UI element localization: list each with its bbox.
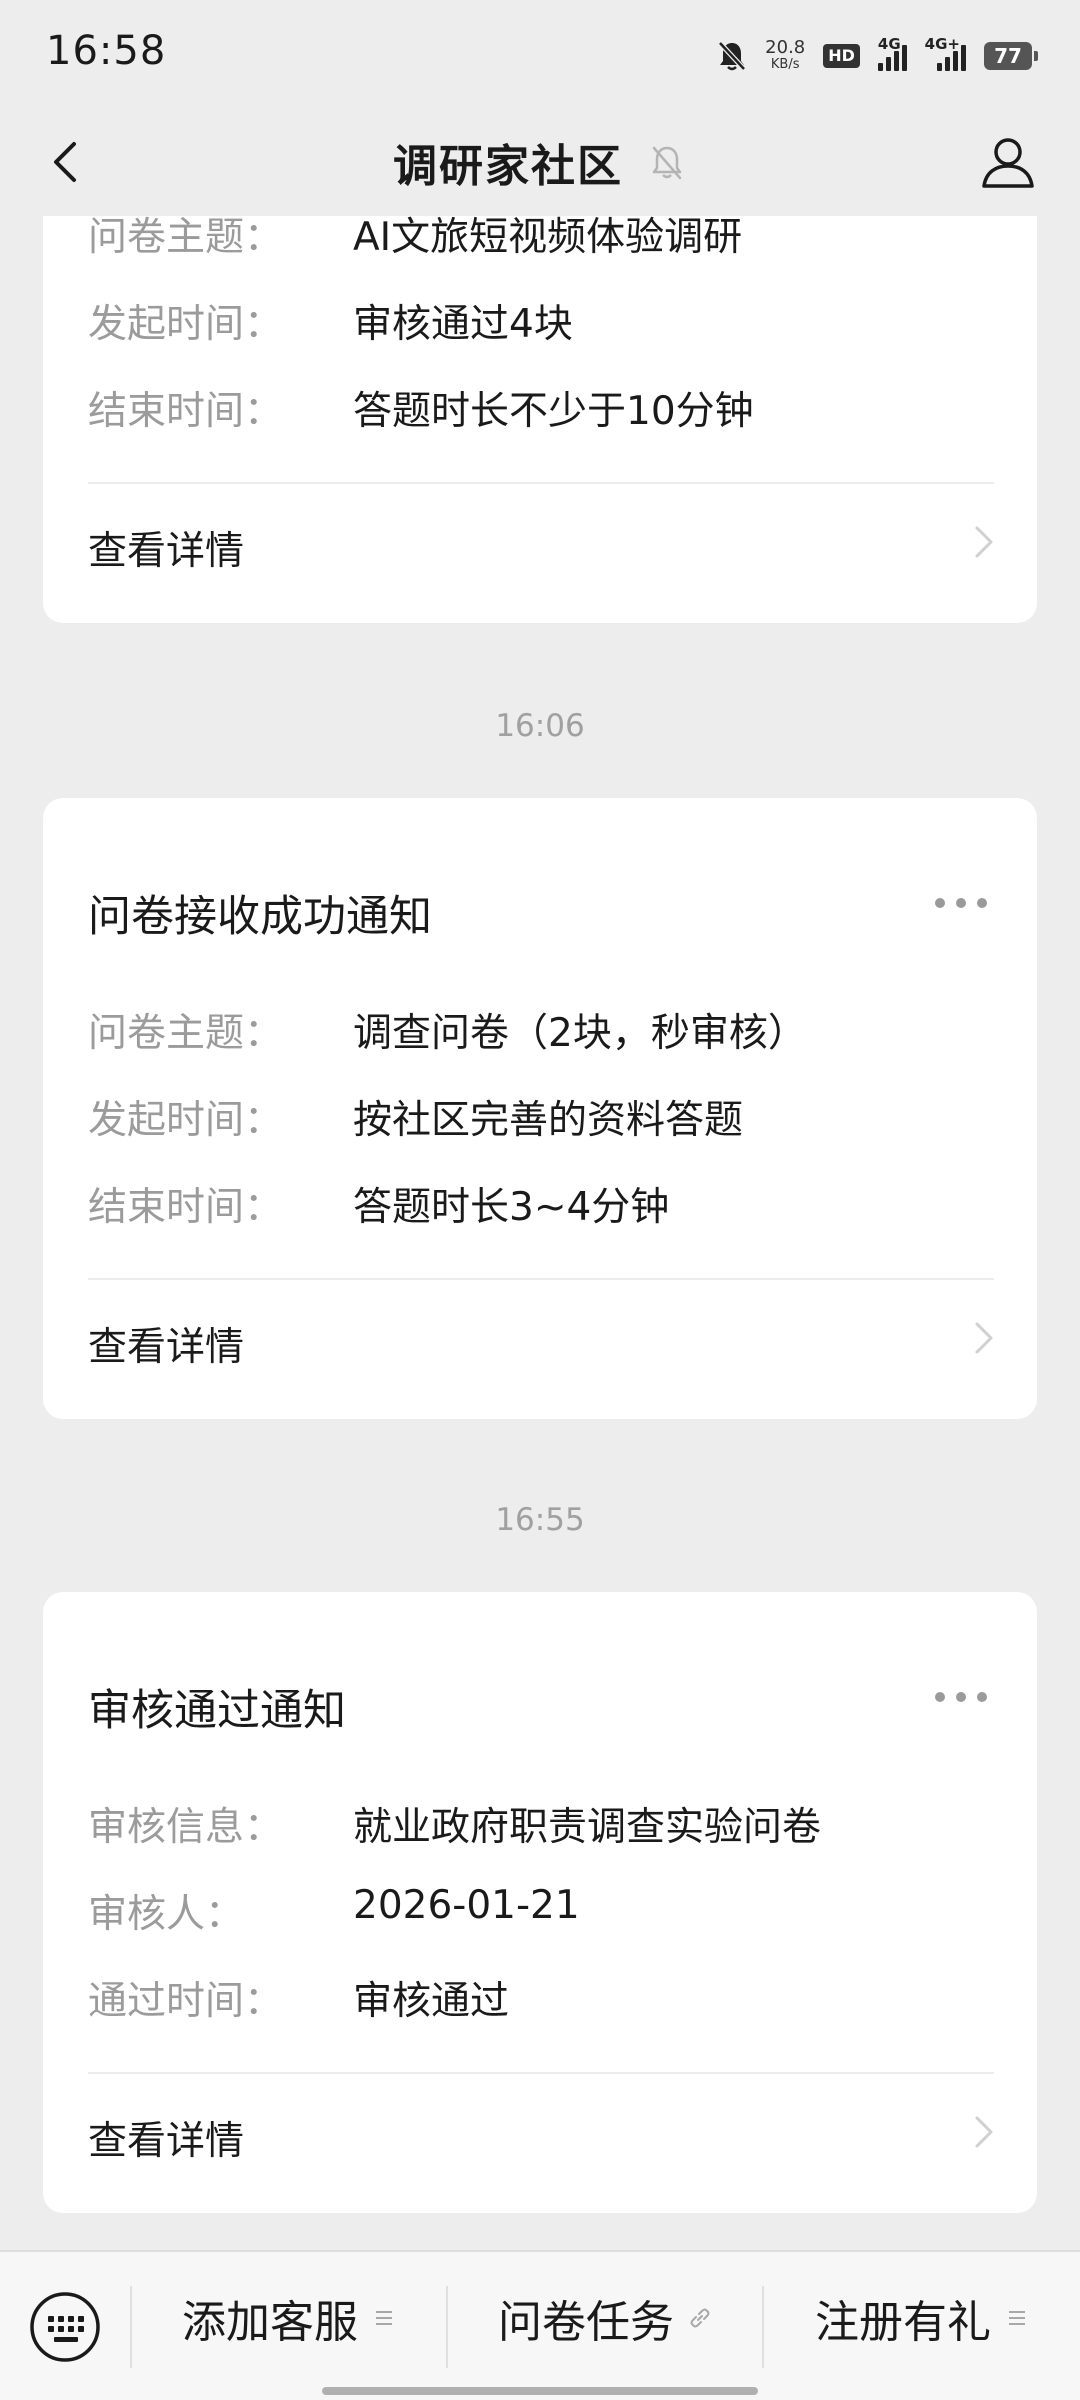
keyboard-icon[interactable] — [28, 2290, 102, 2364]
back-arrow-icon[interactable] — [40, 134, 96, 190]
divider — [88, 1278, 994, 1280]
nav-bar: 调研家社区 — [0, 108, 1080, 216]
menu-lines-icon — [1009, 2311, 1025, 2325]
hd-badge: HD — [823, 44, 860, 68]
row-key: 通过时间： — [88, 1979, 284, 2024]
message-card: 问卷主题： AI文旅短视频体验调研 发起时间： 审核通过4块 结束时间： 答题时… — [43, 216, 1037, 623]
row-key: 结束时间： — [88, 389, 284, 434]
row-key: 发起时间： — [88, 1098, 284, 1143]
card-row: 发起时间： 审核通过4块 — [88, 293, 573, 349]
row-key: 问卷主题： — [88, 216, 284, 260]
muted-bell-icon — [652, 146, 682, 180]
menu-item-survey-tasks[interactable]: 问卷任务 — [448, 2252, 762, 2384]
row-value: 按社区完善的资料答题 — [353, 1098, 744, 1143]
card-row: 审核人： 2026-01-21 — [88, 1883, 580, 1939]
sim1-label: 4G — [877, 35, 901, 53]
net-speed: 20.8 KB/s — [765, 39, 805, 73]
row-key: 结束时间： — [88, 1185, 284, 1230]
card-row: 问卷主题： AI文旅短视频体验调研 — [88, 216, 742, 262]
row-value: 答题时长3~4分钟 — [353, 1185, 670, 1230]
view-details-link[interactable]: 查看详情 — [88, 520, 244, 576]
net-speed-unit: KB/s — [770, 57, 800, 72]
card-row: 审核信息： 就业政府职责调查实验问卷 — [88, 1796, 821, 1852]
battery-icon: 77 — [984, 42, 1038, 70]
card-row: 通过时间： 审核通过 — [88, 1970, 509, 2026]
card-row: 发起时间： 按社区完善的资料答题 — [88, 1089, 743, 1145]
mute-notification-icon — [718, 41, 747, 71]
chevron-right-icon — [975, 2116, 993, 2148]
card-row: 问卷主题： 调查问卷（2块，秒审核） — [88, 1002, 807, 1058]
card-row: 结束时间： 答题时长不少于10分钟 — [88, 380, 754, 436]
row-value: 2026-01-21 — [353, 1883, 580, 1928]
divider — [88, 482, 994, 484]
sim2-label: 4G+ — [924, 35, 960, 53]
chevron-right-icon — [975, 526, 993, 558]
card-title: 审核通过通知 — [88, 1686, 346, 1736]
chevron-right-icon — [975, 1322, 993, 1354]
card-row: 结束时间： 答题时长3~4分钟 — [88, 1176, 669, 1232]
message-timestamp: 16:06 — [495, 708, 585, 744]
page-title: 调研家社区 — [393, 141, 623, 192]
row-value: 审核通过 — [353, 1979, 510, 2024]
bottom-menu-bar: 添加客服 问卷任务 注册有礼 — [0, 2250, 1080, 2400]
screen: 16:58 20.8 KB/s HD 4G 4G+ 77 调研家社区 问卷主题：… — [0, 0, 1080, 2400]
menu-item-label: 注册有礼 — [815, 2297, 991, 2348]
row-value: 答题时长不少于10分钟 — [353, 389, 754, 434]
divider — [88, 2072, 994, 2074]
row-key: 发起时间： — [88, 302, 284, 347]
profile-icon[interactable] — [976, 130, 1040, 194]
row-key: 审核人： — [88, 1892, 245, 1937]
sim1-signal: 4G — [877, 35, 907, 71]
view-details-link[interactable]: 查看详情 — [88, 2110, 244, 2166]
link-icon — [690, 2308, 710, 2328]
message-card: 问卷接收成功通知 问卷主题： 调查问卷（2块，秒审核） 发起时间： 按社区完善的… — [43, 798, 1037, 1419]
message-card: 审核通过通知 审核信息： 就业政府职责调查实验问卷 审核人： 2026-01-2… — [43, 1592, 1037, 2213]
message-timestamp: 16:55 — [495, 1502, 585, 1538]
row-key: 问卷主题： — [88, 1011, 284, 1056]
more-options-icon[interactable] — [935, 896, 987, 910]
status-bar: 16:58 20.8 KB/s HD 4G 4G+ 77 — [0, 0, 1080, 108]
row-key: 审核信息： — [88, 1805, 284, 1850]
status-time: 16:58 — [46, 28, 167, 74]
menu-item-label: 问卷任务 — [498, 2297, 674, 2348]
message-list[interactable]: 问卷主题： AI文旅短视频体验调研 发起时间： 审核通过4块 结束时间： 答题时… — [0, 216, 1080, 2250]
menu-item-add-service[interactable]: 添加客服 — [132, 2252, 446, 2384]
view-details-link[interactable]: 查看详情 — [88, 1316, 244, 1372]
home-indicator[interactable] — [322, 2387, 758, 2395]
nav-title-group: 调研家社区 — [393, 130, 687, 194]
row-value: AI文旅短视频体验调研 — [353, 216, 743, 260]
menu-item-label: 添加客服 — [182, 2297, 358, 2348]
row-value: 就业政府职责调查实验问卷 — [353, 1805, 822, 1850]
menu-lines-icon — [376, 2311, 392, 2325]
net-speed-value: 20.8 — [765, 37, 806, 58]
sim2-signal: 4G+ — [925, 35, 966, 71]
more-options-icon[interactable] — [935, 1690, 987, 1704]
row-value: 审核通过4块 — [353, 302, 573, 347]
menu-item-register-gift[interactable]: 注册有礼 — [764, 2252, 1080, 2384]
card-title: 问卷接收成功通知 — [88, 892, 432, 942]
row-value: 调查问卷（2块，秒审核） — [353, 1011, 807, 1056]
status-icons: 20.8 KB/s HD 4G 4G+ 77 — [717, 34, 1038, 78]
